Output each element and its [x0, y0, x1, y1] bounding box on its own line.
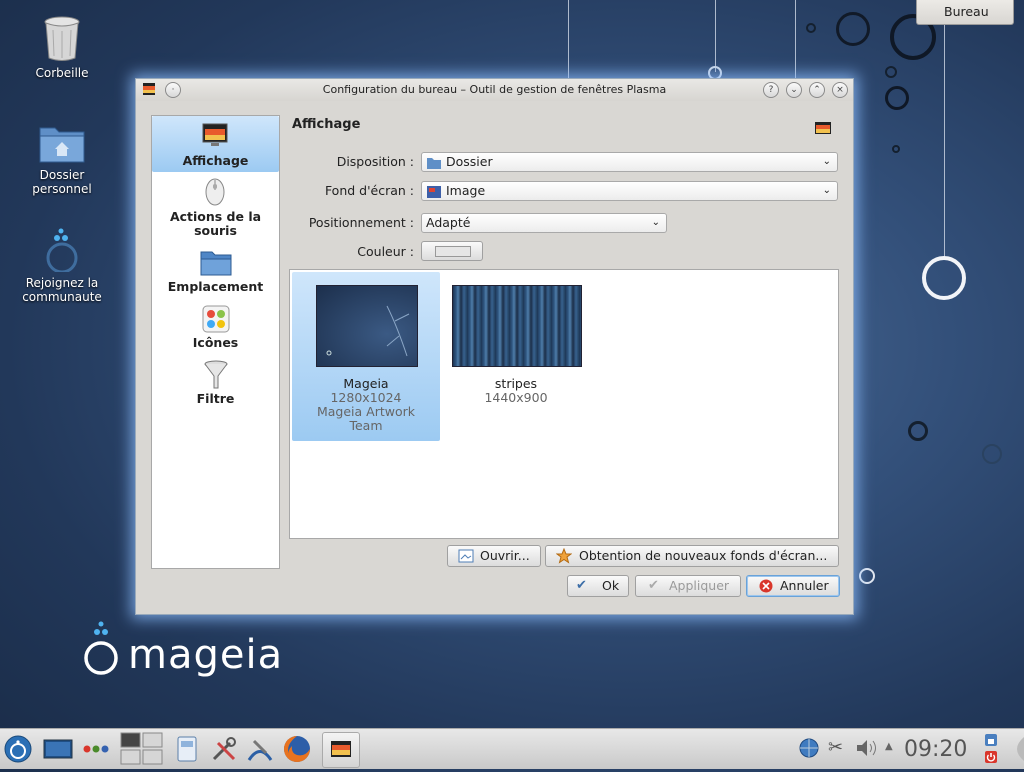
- home-folder-icon: [39, 122, 85, 164]
- panel-toolbox-icon[interactable]: [1006, 737, 1024, 761]
- wallpaper-type-label: Fond d'écran :: [324, 183, 414, 198]
- display-icon: [202, 123, 228, 147]
- mageia-community-icon: [42, 226, 82, 274]
- section-display-icon: [814, 121, 832, 137]
- disposition-value: Dossier: [446, 154, 493, 169]
- section-heading: Affichage: [292, 117, 361, 132]
- network-globe-icon[interactable]: [798, 737, 820, 759]
- shutdown-icon[interactable]: [984, 750, 998, 764]
- home-folder-desktop-icon[interactable]: Dossier personnel: [12, 122, 112, 196]
- chevron-down-icon: ⌄: [822, 185, 831, 196]
- ok-button-label: Ok: [602, 578, 620, 593]
- open-wallpaper-button[interactable]: Ouvrir...: [447, 545, 541, 567]
- control-center-icon[interactable]: [246, 735, 274, 763]
- positioning-select[interactable]: Adapté ⌄: [421, 213, 667, 233]
- sidebar-item-emplacement[interactable]: Emplacement: [152, 246, 279, 296]
- taskbar: ✂ ▲ 09:20: [0, 728, 1024, 769]
- community-desktop-icon[interactable]: Rejoignez la communaute: [12, 226, 112, 304]
- ok-button[interactable]: ✔ Ok: [567, 575, 629, 597]
- minimize-button[interactable]: ⌄: [786, 82, 802, 98]
- system-settings-icon[interactable]: [210, 735, 238, 763]
- clock[interactable]: 09:20: [904, 737, 967, 762]
- folder-icon: [200, 248, 232, 276]
- show-desktop-icon[interactable]: [43, 735, 73, 763]
- positioning-label: Positionnement :: [308, 215, 414, 230]
- sidebar-item-label: Filtre: [196, 391, 235, 406]
- chevron-down-icon: ⌄: [822, 156, 831, 167]
- sidebar-item-label: Icônes: [192, 335, 239, 350]
- color-swatch: [435, 246, 471, 257]
- file-manager-icon[interactable]: [173, 735, 201, 763]
- chevron-down-icon: ⌄: [651, 217, 660, 228]
- sidebar-item-affichage[interactable]: Affichage: [152, 116, 279, 172]
- mouse-icon: [205, 178, 225, 206]
- check-icon: ✔: [648, 578, 659, 593]
- wallpaper-gallery[interactable]: Mageia 1280x1024 Mageia Artwork Team str…: [289, 269, 839, 539]
- volume-icon[interactable]: [855, 737, 879, 759]
- application-launcher-icon[interactable]: [4, 735, 32, 763]
- positioning-value: Adapté: [426, 215, 471, 230]
- sidebar-item-label: Emplacement: [167, 279, 264, 294]
- wallpaper-type-select[interactable]: Image ⌄: [421, 181, 838, 201]
- wallpaper-thumbnail: [452, 285, 582, 367]
- window-titlebar[interactable]: · Configuration du bureau – Outil de ges…: [136, 79, 853, 101]
- wallpaper-author: Mageia Artwork Team: [316, 404, 416, 433]
- lock-screen-icon[interactable]: [984, 733, 998, 747]
- task-window-desktop-settings[interactable]: [322, 732, 360, 768]
- wallpaper-item-mageia[interactable]: Mageia 1280x1024 Mageia Artwork Team: [292, 272, 440, 441]
- wallpaper-item-stripes[interactable]: stripes 1440x900: [442, 272, 590, 441]
- window-title: Configuration du bureau – Outil de gesti…: [322, 83, 667, 96]
- get-new-wallpapers-button[interactable]: Obtention de nouveaux fonds d'écran...: [545, 545, 839, 567]
- wallpaper-thumbnail: [316, 285, 418, 367]
- disposition-label: Disposition :: [336, 154, 414, 169]
- desktop-corner-widget[interactable]: Bureau: [916, 0, 1014, 25]
- cancel-icon: [759, 579, 773, 593]
- sidebar-item-label: Affichage: [182, 153, 249, 168]
- color-picker-button[interactable]: [421, 241, 483, 261]
- filter-funnel-icon: [204, 360, 228, 390]
- clipboard-scissors-icon[interactable]: ✂: [828, 737, 850, 759]
- apply-button[interactable]: ✔ Appliquer: [635, 575, 741, 597]
- check-icon: ✔: [576, 578, 587, 593]
- disposition-select[interactable]: Dossier ⌄: [421, 152, 838, 172]
- wallpaper-resolution: 1280x1024: [330, 390, 402, 405]
- icons-palette-icon: [201, 304, 231, 334]
- tray-expand-icon[interactable]: ▲: [885, 741, 895, 755]
- mageia-logo-text: mageia: [128, 632, 284, 678]
- apply-button-label: Appliquer: [669, 578, 730, 593]
- firefox-icon[interactable]: [283, 735, 311, 763]
- desktop-settings-window: · Configuration du bureau – Outil de ges…: [135, 78, 854, 615]
- desktop-icon-label: Dossier personnel: [32, 168, 92, 196]
- desktop-corner-label: Bureau: [944, 4, 989, 19]
- get-new-button-label: Obtention de nouveaux fonds d'écran...: [579, 548, 828, 563]
- trash-desktop-icon[interactable]: Corbeille: [12, 16, 112, 80]
- open-file-icon: [458, 549, 474, 563]
- image-icon: [427, 185, 441, 198]
- sidebar-item-mouse-actions[interactable]: Actions de la souris: [152, 176, 279, 240]
- star-icon: [555, 547, 573, 564]
- mageia-logo: mageia: [82, 620, 312, 684]
- activities-icon[interactable]: [82, 735, 110, 763]
- wallpaper-type-value: Image: [446, 183, 486, 198]
- sidebar-item-label: Actions de la souris: [169, 209, 262, 238]
- cancel-button[interactable]: Annuler: [746, 575, 840, 597]
- maximize-button[interactable]: ⌃: [809, 82, 825, 98]
- help-button[interactable]: ?: [763, 82, 779, 98]
- desktop-icon-label: Corbeille: [35, 66, 89, 80]
- open-button-label: Ouvrir...: [480, 548, 530, 563]
- pager-icon[interactable]: [120, 732, 164, 765]
- folder-icon: [427, 156, 441, 169]
- sidebar-item-icones[interactable]: Icônes: [152, 302, 279, 352]
- desktop-icon-label: Rejoignez la communaute: [22, 276, 102, 304]
- wallpaper-name: Mageia: [343, 376, 389, 391]
- color-label: Couleur :: [357, 244, 414, 259]
- trash-icon: [43, 16, 81, 62]
- sidebar-item-filtre[interactable]: Filtre: [152, 358, 279, 408]
- close-button[interactable]: ×: [832, 82, 848, 98]
- settings-sidebar: Affichage Actions de la souris Emplaceme…: [151, 115, 280, 569]
- wallpaper-resolution: 1440x900: [484, 390, 548, 405]
- wallpaper-name: stripes: [494, 376, 538, 391]
- cancel-button-label: Annuler: [780, 578, 829, 593]
